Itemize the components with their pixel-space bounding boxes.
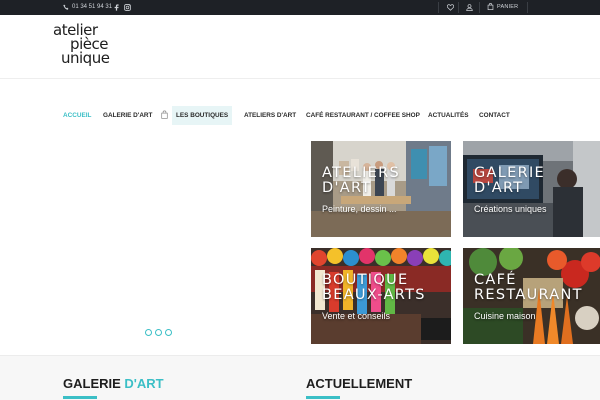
site-header: atelier pièce unique (0, 15, 600, 79)
tile-ateliers[interactable]: ATELIERS D'ART Peinture, dessin ... (311, 141, 451, 237)
tile-subtitle: Créations uniques (474, 204, 547, 214)
nav-item-ateliers[interactable]: ATELIERS D'ART (244, 106, 296, 125)
top-bar: 01 34 51 94 31 PANIER (0, 0, 600, 15)
nav-item-contact[interactable]: CONTACT (479, 106, 510, 125)
section-title-accent: D'ART (124, 376, 164, 391)
section-underline (306, 396, 340, 399)
divider (438, 2, 439, 13)
cart-button[interactable]: PANIER (487, 3, 518, 10)
slider-dot[interactable] (155, 329, 162, 336)
instagram-icon[interactable] (123, 3, 131, 11)
cart-label: PANIER (497, 3, 519, 10)
main-nav: ACCUEIL GALERIE D'ART LES BOUTIQUES ATEL… (0, 106, 600, 126)
section-title-actuellement: ACTUELLEMENT (306, 376, 413, 391)
heart-icon[interactable] (446, 3, 455, 12)
phone-contact[interactable]: 01 34 51 94 31 (63, 4, 112, 10)
nav-item-galerie[interactable]: GALERIE D'ART (103, 106, 152, 125)
divider (527, 2, 528, 13)
tile-boutique[interactable]: BOUTIQUE BEAUX-ARTS Vente et conseils (311, 248, 451, 344)
slider-dot[interactable] (165, 329, 172, 336)
user-icon[interactable] (465, 3, 474, 12)
content-sections: GALERIE D'ART ACTUELLEMENT (0, 355, 600, 400)
site-logo[interactable]: atelier pièce unique (53, 23, 125, 67)
phone-icon (63, 4, 69, 10)
tile-subtitle: Cuisine maison (474, 311, 536, 321)
divider (479, 2, 480, 13)
logo-line-3: unique (61, 49, 110, 67)
nav-item-accueil[interactable]: ACCUEIL (63, 106, 91, 125)
nav-item-actualites[interactable]: ACTUALITÉS (428, 106, 468, 125)
tile-title: GALERIE D'ART (474, 165, 546, 196)
tile-galerie[interactable]: GALERIE D'ART Créations uniques (463, 141, 600, 237)
tile-subtitle: Peinture, dessin ... (322, 204, 397, 214)
slider-pagination (145, 329, 172, 336)
section-underline (63, 396, 97, 399)
nav-item-boutiques[interactable]: LES BOUTIQUES (172, 106, 233, 125)
section-title-part: GALERIE (63, 376, 125, 391)
tile-cafe[interactable]: CAFÉ RESTAURANT Cuisine maison (463, 248, 600, 344)
nav-item-cafe[interactable]: CAFÉ RESTAURANT / COFFEE SHOP (306, 106, 420, 125)
tile-title: BOUTIQUE BEAUX-ARTS (322, 272, 426, 303)
tile-title: CAFÉ RESTAURANT (474, 272, 583, 303)
shopping-bag-icon (487, 3, 494, 10)
divider (458, 2, 459, 13)
section-title-galerie: GALERIE D'ART (63, 376, 164, 391)
tile-title: ATELIERS D'ART (322, 165, 401, 196)
slider-dot[interactable] (145, 329, 152, 336)
shopping-bag-icon (161, 110, 168, 119)
phone-number: 01 34 51 94 31 (72, 4, 113, 10)
tile-subtitle: Vente et conseils (322, 311, 391, 321)
hero-slider (0, 140, 305, 345)
facebook-icon[interactable] (112, 3, 120, 11)
